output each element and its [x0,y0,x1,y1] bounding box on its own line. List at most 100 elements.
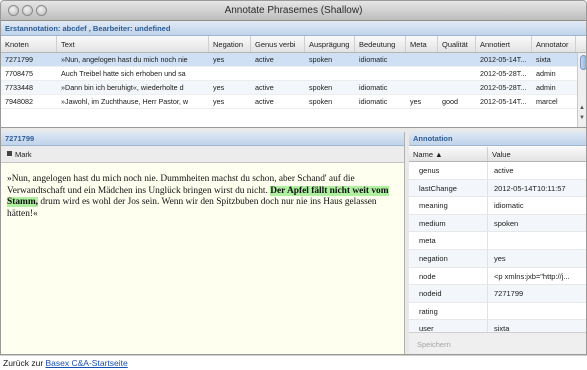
cell-negation: yes [213,83,225,92]
annotation-name: meaning [409,197,488,214]
annotation-name: genus [409,162,488,179]
cell-meta [406,81,438,94]
column-header-negation[interactable]: Negation [209,36,251,52]
title-bar: Annotate Phrasemes (Shallow) [1,1,586,21]
column-header-knoten[interactable]: Knoten [1,36,57,52]
cell-qualitaet: good [442,97,458,106]
annotation-row[interactable]: genus active [409,162,586,180]
annotation-header-row: Name ▲ Value [409,147,586,162]
cell-bedeutung: idiomatic [359,83,388,92]
annotation-panel: Annotation Name ▲ Value genus active last… [409,132,586,354]
annotation-name: lastChange [409,179,488,197]
phrasemes-grid: Knoten Text Negation Genus verbi Auspräg… [1,36,586,128]
annotation-row[interactable]: nodeid 7271799 [409,285,586,303]
annotation-panel-header: Annotation [409,132,586,146]
cell-knoten: 7948082 [5,97,33,106]
table-row[interactable]: 7948082 »Jawohl, im Zuchthause, Herr Pas… [1,95,586,109]
cell-genus-verbi: active [255,55,274,64]
column-header-name[interactable]: Name ▲ [409,147,488,161]
app-window: Annotate Phrasemes (Shallow) Erstannotat… [0,0,587,355]
cell-annotiert: 2012-05-14T... [480,97,527,106]
annotation-name: meta [409,232,488,249]
cell-text: »Dann bin ich beruhigt«, wiederholte d [61,83,184,92]
scroll-up-icon[interactable]: ▲ [579,105,585,111]
cell-meta [406,53,438,66]
table-row[interactable]: 7708475 Auch Treibel hatte sich erhoben … [1,67,586,81]
annotation-row[interactable]: meaning idiomatic [409,197,586,215]
top-panel-header: Erstannotation: abcdef , Bearbeiter: und… [1,22,586,36]
annotation-name: negation [409,249,488,267]
column-header-bedeutung[interactable]: Bedeutung [355,36,406,52]
text-panel: 7271799 Mark »Nun, angelogen hast du mic… [1,132,405,354]
grid-header-row: Knoten Text Negation Genus verbi Auspräg… [1,36,586,53]
annotation-value[interactable]: 2012-05-14T10:11:57 [488,180,586,197]
grid-scrollbar[interactable]: ▲ ▼ [577,53,586,127]
scrollbar-thumb[interactable] [580,55,586,70]
cell-genus-verbi: active [255,83,274,92]
text-panel-header: 7271799 [1,132,404,146]
cell-knoten: 7271799 [5,55,33,64]
column-header-value[interactable]: Value [488,147,586,161]
annotation-value[interactable]: idiomatic [488,197,586,214]
column-header-text[interactable]: Text [57,36,209,52]
cell-auspraegung: spoken [309,83,333,92]
annotation-value[interactable]: spoken [488,215,586,232]
cell-genus-verbi [251,67,305,80]
cell-annotator: sixta [536,55,551,64]
cell-annotiert: 2012-05-28T... [480,69,527,78]
annotation-name: nodeid [409,285,488,302]
column-header-meta[interactable]: Meta [406,36,438,52]
column-header-auspraegung[interactable]: Ausprägung [305,36,355,52]
annotation-name: node [409,267,488,285]
column-header-genus-verbi[interactable]: Genus verbi [251,36,305,52]
cell-text: Auch Treibel hatte sich erhoben und sa [61,69,186,78]
startpage-link[interactable]: Basex C&A-Startseite [46,358,128,368]
annotation-value[interactable]: yes [488,250,586,267]
cell-knoten: 7733448 [5,83,33,92]
sentence-text[interactable]: »Nun, angelogen hast du mich noch nie. D… [7,174,399,220]
save-button[interactable]: Speichern [409,332,586,354]
annotation-row[interactable]: rating [409,302,586,321]
cell-negation: yes [213,97,225,106]
annotation-name: medium [409,214,488,232]
scroll-down-icon[interactable]: ▼ [579,115,585,121]
column-header-qualitaet[interactable]: Qualität [438,36,476,52]
annotation-value[interactable]: active [488,162,586,179]
cell-meta: yes [410,97,422,106]
cell-bedeutung: idiomatic [359,97,388,106]
annotation-list: genus active lastChange 2012-05-14T10:11:5… [409,162,586,338]
cell-negation: yes [213,55,225,64]
cell-annotator: admin [536,69,556,78]
cell-genus-verbi: active [255,97,274,106]
cell-auspraegung: spoken [309,97,333,106]
annotation-row[interactable]: lastChange 2012-05-14T10:11:57 [409,179,586,198]
annotation-value[interactable] [488,232,586,249]
text-after: drum wird es wohl der Jos sein. Wenn wir… [7,197,377,219]
table-row[interactable]: 7733448 »Dann bin ich beruhigt«, wiederh… [1,81,586,95]
annotation-row[interactable]: meta [409,232,586,250]
cell-annotator: admin [536,83,556,92]
mark-icon [7,151,12,156]
cell-qualitaet [438,53,476,66]
annotation-value[interactable]: 7271799 [488,285,586,302]
annotation-row[interactable]: negation yes [409,249,586,268]
cell-auspraegung [305,67,355,80]
annotation-value[interactable] [488,303,586,320]
annotation-row[interactable]: medium spoken [409,214,586,233]
cell-annotiert: 2012-05-28T... [480,83,527,92]
annotation-name: rating [409,302,488,320]
cell-bedeutung: idiomatic [359,55,388,64]
annotation-value[interactable]: <p xmlns:jxb="http://j... [488,268,586,285]
table-row[interactable]: 7271799 »Nun, angelogen hast du mich noc… [1,53,586,67]
cell-qualitaet [438,67,476,80]
cell-qualitaet [438,81,476,94]
mark-button[interactable]: Mark [15,150,32,159]
cell-text: »Nun, angelogen hast du mich noch nie [61,55,188,64]
cell-meta [406,67,438,80]
cell-annotiert: 2012-05-14T... [480,55,527,64]
annotation-row[interactable]: node <p xmlns:jxb="http://j... [409,267,586,286]
footer: Zurück zur Basex C&A-Startseite [0,355,587,370]
cell-negation [209,67,251,80]
column-header-annotiert[interactable]: Annotiert [476,36,532,52]
column-header-annotator[interactable]: Annotator [532,36,576,52]
